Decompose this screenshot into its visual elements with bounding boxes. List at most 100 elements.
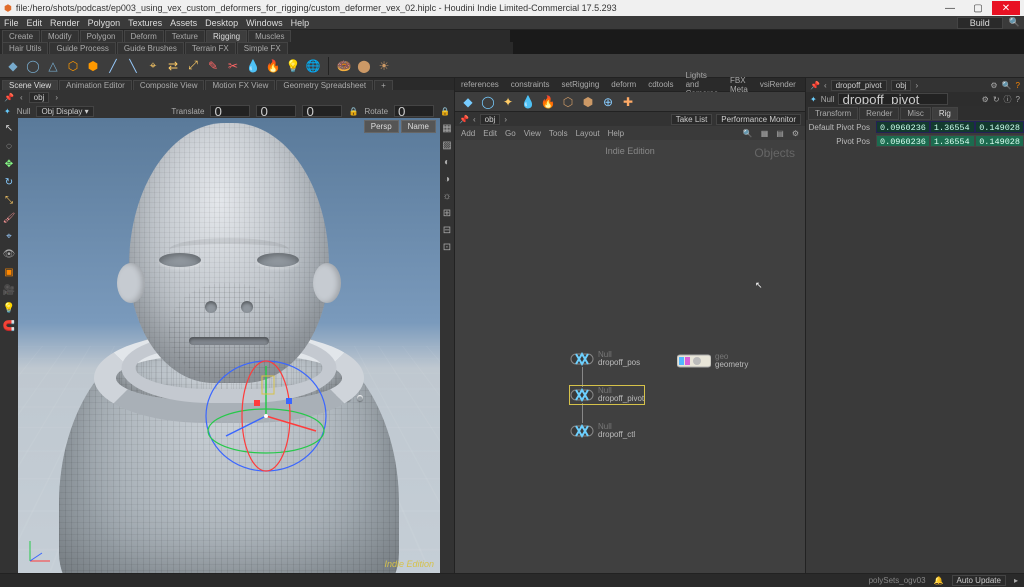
- shelf-tool-icon[interactable]: ◯: [479, 93, 497, 111]
- arrow-right-icon[interactable]: ›: [504, 115, 507, 124]
- shelf-tab[interactable]: Create: [2, 30, 40, 42]
- rotate-tool-icon[interactable]: ↻: [1, 174, 17, 190]
- arrow-left-icon[interactable]: ‹: [473, 115, 476, 124]
- parm-tab-render[interactable]: Render: [859, 107, 899, 120]
- viewport-name-button[interactable]: Name: [401, 120, 436, 133]
- perspective-viewport[interactable]: Persp Name Indie Edition: [18, 118, 440, 573]
- node-null[interactable]: Nulldropoff_pos: [570, 350, 640, 368]
- network-layout-icon[interactable]: ▦: [761, 129, 769, 138]
- shelf-tab[interactable]: Polygon: [80, 30, 123, 42]
- scale-tool-icon[interactable]: ⤡: [1, 192, 17, 208]
- shelf-tool-icon[interactable]: ⌖: [144, 57, 162, 75]
- viewport-path-field[interactable]: obj: [29, 92, 50, 103]
- render-region-icon[interactable]: ▣: [1, 264, 17, 280]
- menu-textures[interactable]: Textures: [128, 18, 162, 28]
- display-option-icon[interactable]: ▨: [439, 137, 455, 153]
- shelf-tool-icon[interactable]: ⬤: [355, 57, 373, 75]
- perf-monitor-dropdown[interactable]: Performance Monitor: [716, 114, 801, 125]
- menu-help[interactable]: Help: [291, 18, 310, 28]
- shelf-tab[interactable]: cdtools: [642, 80, 679, 89]
- pane-tab-scene-view[interactable]: Scene View: [2, 80, 58, 90]
- menu-desktop[interactable]: Desktop: [205, 18, 238, 28]
- display-option-icon[interactable]: ⊡: [439, 239, 455, 255]
- light-tool-icon[interactable]: 💡: [1, 300, 17, 316]
- network-layout-icon[interactable]: ▤: [776, 129, 784, 138]
- shelf-tab[interactable]: deform: [605, 80, 642, 89]
- parm-value-input[interactable]: 1.36554: [930, 135, 975, 147]
- shelf-tab[interactable]: Hair Utils: [2, 42, 48, 54]
- network-gear-icon[interactable]: ⚙: [792, 129, 799, 138]
- shelf-tab[interactable]: constraints: [505, 80, 556, 89]
- shelf-tab[interactable]: Muscles: [248, 30, 291, 42]
- viewport-persp-button[interactable]: Persp: [364, 120, 399, 133]
- filter-icon[interactable]: ⚙: [990, 81, 997, 90]
- shelf-tool-icon[interactable]: ✦: [499, 93, 517, 111]
- translate-z-input[interactable]: [302, 105, 342, 117]
- network-menu[interactable]: Go: [505, 129, 516, 138]
- display-option-icon[interactable]: ▦: [439, 120, 455, 136]
- parm-value-input[interactable]: 0.0960236: [876, 121, 930, 133]
- display-option-icon[interactable]: ☼: [439, 188, 455, 204]
- shelf-tool-icon[interactable]: ⤢: [184, 57, 202, 75]
- display-option-icon[interactable]: ⊞: [439, 205, 455, 221]
- node-null[interactable]: Nulldropoff_ctl: [570, 422, 635, 440]
- shelf-tab[interactable]: references: [455, 80, 505, 89]
- network-menu[interactable]: Add: [461, 129, 475, 138]
- window-maximize-button[interactable]: ▢: [964, 1, 992, 15]
- window-minimize-button[interactable]: —: [936, 1, 964, 15]
- display-mode-dropdown[interactable]: Obj Display ▾: [36, 106, 93, 117]
- lock-icon[interactable]: 🔒: [440, 107, 450, 116]
- shelf-tool-icon[interactable]: △: [44, 57, 62, 75]
- pane-tab-add[interactable]: +: [374, 80, 393, 90]
- shelf-tool-icon[interactable]: ⬡: [559, 93, 577, 111]
- magnet-tool-icon[interactable]: 🧲: [1, 318, 17, 334]
- menu-windows[interactable]: Windows: [246, 18, 283, 28]
- parm-tab-rig[interactable]: Rig: [932, 107, 958, 120]
- parm-value-input[interactable]: 1.36554: [930, 121, 975, 133]
- node-geo[interactable]: geogeometry: [677, 352, 748, 370]
- shelf-tool-icon[interactable]: ◆: [459, 93, 477, 111]
- brush-tool-icon[interactable]: 🖌: [1, 210, 17, 226]
- camera-tool-icon[interactable]: 🎥: [1, 282, 17, 298]
- shelf-tool-icon[interactable]: 💧: [519, 93, 537, 111]
- arrow-left-icon[interactable]: ‹: [824, 81, 827, 90]
- pane-tab[interactable]: Animation Editor: [59, 80, 132, 90]
- pane-tab[interactable]: Geometry Spreadsheet: [276, 80, 373, 90]
- display-option-icon[interactable]: ⊟: [439, 222, 455, 238]
- shelf-tool-icon[interactable]: 💡: [284, 57, 302, 75]
- shelf-tool-icon[interactable]: ⇄: [164, 57, 182, 75]
- shelf-tool-icon[interactable]: ⬢: [579, 93, 597, 111]
- shelf-tool-icon[interactable]: ☀: [375, 57, 393, 75]
- shelf-tool-icon[interactable]: ✂: [224, 57, 242, 75]
- network-menu[interactable]: Layout: [576, 129, 600, 138]
- shelf-tool-icon[interactable]: ◯: [24, 57, 42, 75]
- gear-icon[interactable]: ⚙: [982, 95, 989, 104]
- notification-icon[interactable]: 🔔: [934, 576, 944, 585]
- network-menu[interactable]: View: [524, 129, 541, 138]
- desktop-selector[interactable]: Build: [957, 17, 1003, 29]
- network-menu[interactable]: Tools: [549, 129, 568, 138]
- network-canvas[interactable]: Indie Edition Objects ↖ Nulldropoff_pos …: [455, 140, 805, 573]
- help-search-icon[interactable]: 🔍: [1009, 17, 1020, 28]
- parm-path-crumb[interactable]: obj: [891, 80, 912, 91]
- pin-icon[interactable]: 📌: [4, 93, 14, 102]
- help-icon[interactable]: ?: [1016, 81, 1020, 90]
- status-sets-label[interactable]: polySets_ogv03: [869, 576, 926, 585]
- network-menu[interactable]: Help: [608, 129, 624, 138]
- shelf-tool-icon[interactable]: ✎: [204, 57, 222, 75]
- parm-value-input[interactable]: 0.0960236: [876, 135, 930, 147]
- lock-icon[interactable]: 🔒: [348, 107, 358, 116]
- help-icon[interactable]: ?: [1016, 95, 1020, 104]
- shelf-tool-icon[interactable]: 💧: [244, 57, 262, 75]
- shelf-tool-icon[interactable]: 🔥: [264, 57, 282, 75]
- shelf-tool-icon[interactable]: ✚: [619, 93, 637, 111]
- shelf-tool-icon[interactable]: ⊕: [599, 93, 617, 111]
- arrow-left-icon[interactable]: ‹: [20, 93, 23, 102]
- display-option-icon[interactable]: ◑: [439, 171, 455, 187]
- menu-edit[interactable]: Edit: [27, 18, 43, 28]
- translate-y-input[interactable]: [256, 105, 296, 117]
- shelf-tool-icon[interactable]: 🔥: [539, 93, 557, 111]
- pin-icon[interactable]: 📌: [810, 81, 820, 90]
- parm-value-input[interactable]: 0.149028: [975, 121, 1024, 133]
- shelf-tab[interactable]: FBX Meta: [724, 76, 754, 94]
